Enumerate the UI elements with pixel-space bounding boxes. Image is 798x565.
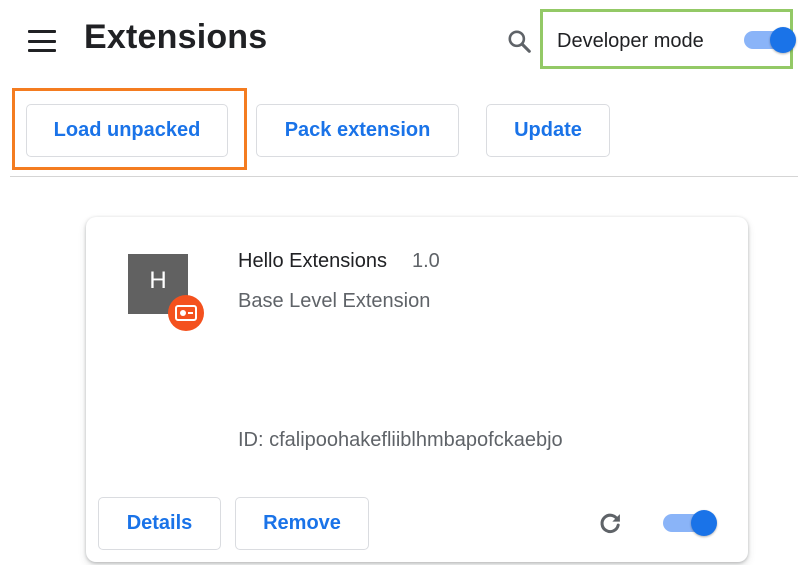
devmode-badge-icon (168, 295, 204, 331)
hamburger-menu-icon[interactable] (28, 30, 56, 52)
reload-icon[interactable] (596, 510, 624, 538)
search-icon[interactable] (506, 28, 532, 54)
developer-mode-label: Developer mode (557, 30, 704, 52)
update-button[interactable]: Update (486, 104, 610, 157)
extension-enable-toggle[interactable] (663, 509, 717, 537)
load-unpacked-button[interactable]: Load unpacked (26, 104, 228, 157)
toggle-thumb (770, 27, 796, 53)
pack-extension-button[interactable]: Pack extension (256, 104, 459, 157)
developer-mode-toggle[interactable] (744, 26, 796, 54)
remove-button[interactable]: Remove (235, 497, 369, 550)
toolbar-divider (10, 176, 798, 177)
extensions-page: Extensions Developer mode Load unpacked … (0, 0, 798, 565)
page-title: Extensions (84, 18, 268, 56)
toggle-thumb (691, 510, 717, 536)
extension-description: Base Level Extension (238, 290, 431, 312)
extension-id: ID: cfalipoohakefliiblhmbapofckaebjo (238, 429, 563, 451)
details-button[interactable]: Details (98, 497, 221, 550)
extension-version: 1.0 (412, 250, 440, 272)
extension-name: Hello Extensions (238, 250, 387, 272)
